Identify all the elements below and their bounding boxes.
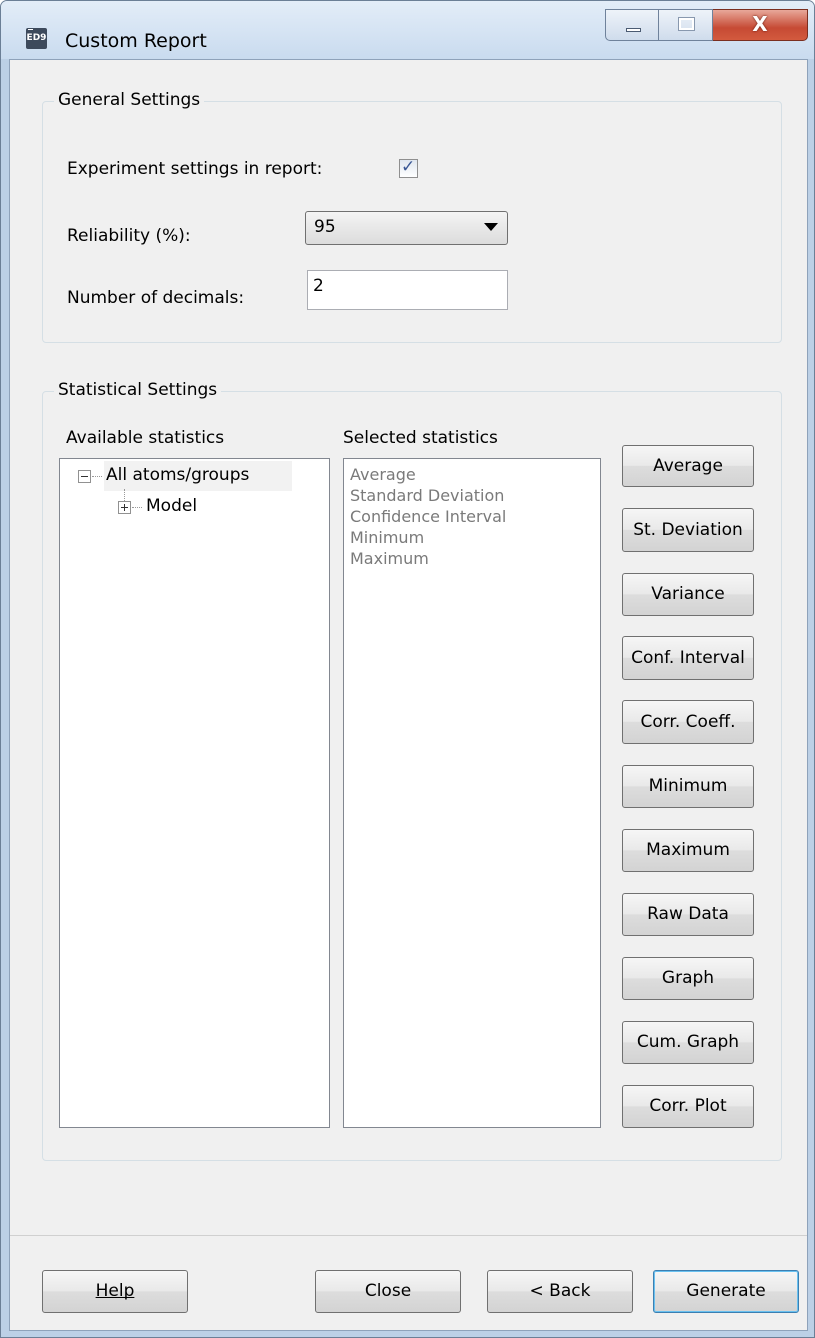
st-deviation-button-label: St. Deviation: [633, 520, 743, 540]
average-button-label: Average: [653, 456, 723, 476]
reliability-select[interactable]: 95: [305, 211, 508, 245]
reliability-value: 95: [314, 217, 336, 237]
window-title: Custom Report: [65, 30, 207, 52]
list-item[interactable]: Confidence Interval: [350, 507, 506, 526]
experiment-settings-checkbox[interactable]: ✓: [399, 157, 418, 178]
back-button[interactable]: < Back: [487, 1270, 633, 1313]
list-item[interactable]: Minimum: [350, 528, 424, 547]
conf-interval-button[interactable]: Conf. Interval: [622, 636, 754, 680]
collapse-icon[interactable]: [78, 470, 91, 483]
average-button[interactable]: Average: [622, 445, 754, 487]
expand-icon[interactable]: [118, 501, 131, 514]
maximize-button[interactable]: [659, 9, 713, 41]
back-button-label: < Back: [529, 1281, 591, 1301]
list-item[interactable]: Maximum: [350, 549, 429, 568]
raw-data-button[interactable]: Raw Data: [622, 893, 754, 936]
cum-graph-button[interactable]: Cum. Graph: [622, 1021, 754, 1064]
corr-plot-button[interactable]: Corr. Plot: [622, 1085, 754, 1128]
close-button-label: Close: [364, 1281, 412, 1301]
maximize-icon: [678, 17, 695, 31]
variance-button-label: Variance: [651, 584, 725, 604]
reliability-label: Reliability (%):: [67, 226, 191, 246]
list-item[interactable]: Standard Deviation: [350, 486, 504, 505]
corr-plot-button-label: Corr. Plot: [649, 1096, 727, 1116]
st-deviation-button[interactable]: St. Deviation: [622, 508, 754, 552]
title-bar[interactable]: ED9 Custom Report X: [1, 1, 814, 59]
minimize-icon: [626, 28, 641, 32]
maximum-button[interactable]: Maximum: [622, 829, 754, 872]
footer-separator: [10, 1235, 807, 1236]
statistical-settings-title: Statistical Settings: [54, 380, 222, 400]
close-window-button[interactable]: X: [713, 9, 808, 41]
tree-connector: [92, 476, 102, 477]
decimals-label: Number of decimals:: [67, 288, 245, 308]
tree-connector-vertical: [124, 489, 125, 501]
custom-report-window: ED9 Custom Report X General Settings Exp…: [0, 0, 815, 1338]
minimize-button[interactable]: [605, 9, 659, 41]
dropdown-arrow-icon: [484, 223, 498, 231]
tree-connector: [132, 507, 142, 508]
help-button[interactable]: Help: [42, 1270, 188, 1313]
minimum-button[interactable]: Minimum: [622, 765, 754, 808]
available-statistics-tree[interactable]: All atoms/groups Model: [59, 458, 330, 1128]
corr-coeff-button[interactable]: Corr. Coeff.: [622, 700, 754, 744]
generate-button[interactable]: Generate: [653, 1270, 799, 1313]
selected-statistics-list[interactable]: Average Standard Deviation Confidence In…: [343, 458, 601, 1128]
graph-button[interactable]: Graph: [622, 957, 754, 1000]
tree-item-model[interactable]: Model: [146, 496, 197, 516]
maximum-button-label: Maximum: [646, 840, 730, 860]
app-icon-text: ED9: [26, 33, 47, 43]
corr-coeff-button-label: Corr. Coeff.: [640, 712, 736, 732]
client-area: General Settings Experiment settings in …: [9, 59, 808, 1331]
raw-data-button-label: Raw Data: [647, 904, 729, 924]
selected-statistics-label: Selected statistics: [343, 428, 498, 448]
graph-button-label: Graph: [661, 968, 715, 988]
available-statistics-label: Available statistics: [66, 428, 225, 448]
conf-interval-button-label: Conf. Interval: [631, 648, 745, 668]
decimals-value: 2: [313, 276, 324, 296]
variance-button[interactable]: Variance: [622, 573, 754, 616]
caption-buttons: X: [605, 9, 808, 41]
decimals-input[interactable]: 2: [307, 270, 508, 310]
help-button-label: Help: [95, 1281, 135, 1301]
tree-item-all-atoms-groups[interactable]: All atoms/groups: [106, 465, 249, 485]
cum-graph-button-label: Cum. Graph: [636, 1032, 740, 1052]
general-settings-title: General Settings: [54, 90, 205, 110]
app-icon: ED9: [26, 28, 47, 49]
experiment-settings-label: Experiment settings in report:: [67, 159, 323, 179]
generate-button-label: Generate: [686, 1281, 766, 1301]
list-item[interactable]: Average: [350, 465, 416, 484]
close-button[interactable]: Close: [315, 1270, 461, 1313]
checkmark-icon: ✓: [401, 157, 416, 177]
minimum-button-label: Minimum: [648, 776, 728, 796]
close-icon: X: [752, 12, 768, 36]
